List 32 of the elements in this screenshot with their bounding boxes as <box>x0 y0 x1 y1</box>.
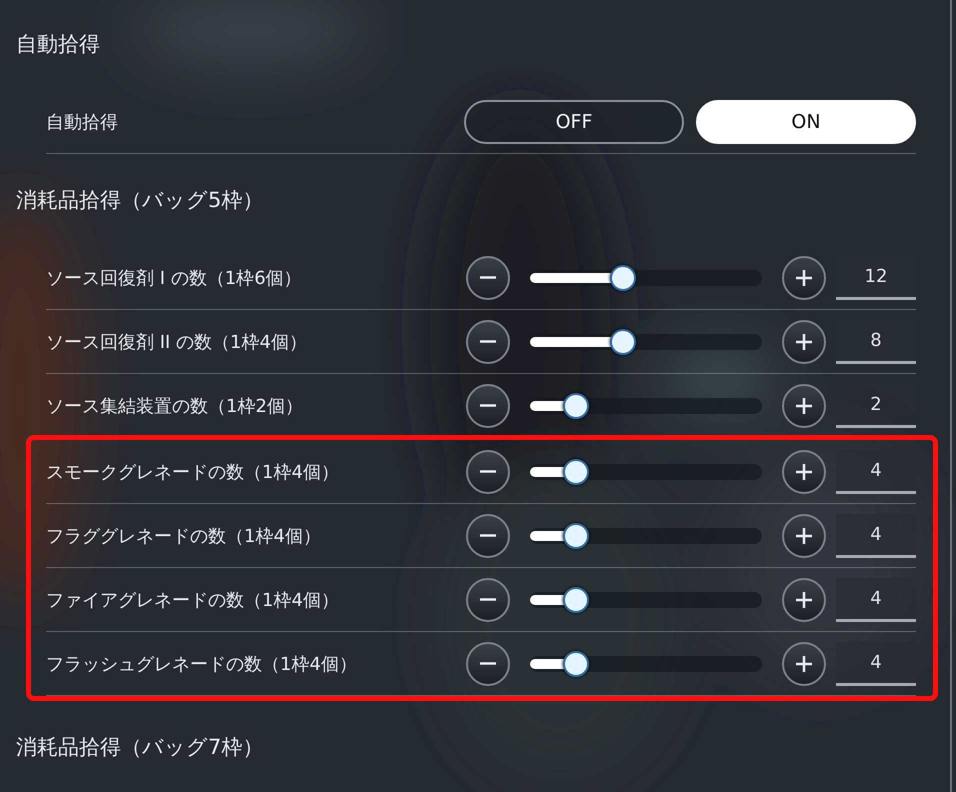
value-field[interactable]: 4 <box>836 642 916 686</box>
slider-track[interactable] <box>530 458 762 484</box>
minus-icon <box>480 662 496 665</box>
section-title: 消耗品拾得（バッグ5枠） <box>16 187 264 214</box>
setting-label: 自動拾得 <box>46 110 119 134</box>
setting-label: フラッシュグレネードの数（1枠4個） <box>46 652 358 676</box>
setting-label: スモークグレネードの数（1枠4個） <box>46 460 340 484</box>
section-title: 消耗品拾得（バッグ7枠） <box>16 734 264 761</box>
slider-track[interactable] <box>530 392 762 418</box>
slider-track[interactable] <box>530 328 762 354</box>
setting-label: ソース回復剤 II の数（1枠4個） <box>46 330 308 354</box>
toggle-option[interactable]: OFF <box>464 100 684 144</box>
minus-icon <box>480 598 496 601</box>
slider-track[interactable] <box>530 264 762 290</box>
slider-track[interactable] <box>530 522 762 548</box>
value-field[interactable]: 4 <box>836 514 916 558</box>
minus-icon <box>480 404 496 407</box>
setting-label: フラググレネードの数（1枠4個） <box>46 524 322 548</box>
minus-icon <box>480 534 496 537</box>
slider-track[interactable] <box>530 586 762 612</box>
minus-icon <box>480 276 496 279</box>
value-field[interactable]: 4 <box>836 450 916 494</box>
minus-icon <box>480 470 496 473</box>
setting-label: ソース回復剤 I の数（1枠6個） <box>46 266 303 290</box>
slider-track[interactable] <box>530 650 762 676</box>
setting-label: ファイアグレネードの数（1枠4個） <box>46 588 340 612</box>
value-field[interactable]: 4 <box>836 578 916 622</box>
setting-label: ソース集結装置の数（1枠2個） <box>46 394 304 418</box>
section-title: 自動拾得 <box>16 31 101 58</box>
scrollbar[interactable] <box>950 0 952 792</box>
toggle-option[interactable]: ON <box>696 100 916 144</box>
minus-icon <box>480 340 496 343</box>
